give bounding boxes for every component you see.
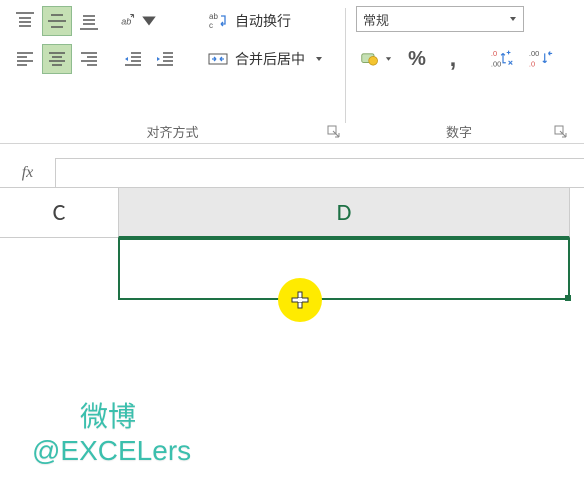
increase-decimal-button[interactable]: .0.00 — [486, 44, 520, 74]
comma-button[interactable]: , — [438, 44, 468, 74]
col-header-d[interactable]: D — [118, 188, 570, 238]
number-group-label: 数字 — [356, 116, 562, 141]
group-number: 常规 % , .0.00 .00.0 数字 — [346, 0, 572, 143]
svg-text:.00: .00 — [491, 59, 501, 68]
align-bottom-button[interactable] — [74, 6, 104, 36]
watermark-line1: 微博 — [32, 400, 191, 434]
wrap-text-button[interactable]: abc 自动换行 — [201, 6, 329, 36]
align-center-button[interactable] — [42, 44, 72, 74]
watermark: 微博 @EXCELers — [32, 400, 191, 467]
decrease-indent-button[interactable] — [118, 44, 148, 74]
increase-indent-button[interactable] — [150, 44, 180, 74]
align-left-button[interactable] — [10, 44, 40, 74]
col-header-c[interactable]: C — [0, 188, 118, 238]
svg-text:c: c — [209, 21, 213, 30]
accounting-format-button[interactable] — [356, 44, 396, 74]
formula-input[interactable] — [56, 158, 584, 187]
align-top-button[interactable] — [10, 6, 40, 36]
plus-cursor-icon — [290, 290, 310, 310]
wrap-text-label: 自动换行 — [235, 11, 291, 31]
align-middle-button[interactable] — [42, 6, 72, 36]
ribbon: ab abc 自动换行 — [0, 0, 584, 144]
cursor-highlight — [278, 278, 322, 322]
decrease-decimal-button[interactable]: .00.0 — [524, 44, 558, 74]
group-alignment: ab abc 自动换行 — [0, 0, 345, 143]
watermark-line2: @EXCELers — [32, 434, 191, 468]
align-right-button[interactable] — [74, 44, 104, 74]
formula-bar: fx — [0, 158, 584, 188]
number-format-dropdown[interactable]: 常规 — [356, 6, 524, 32]
svg-text:ab: ab — [121, 16, 131, 26]
merge-center-button[interactable]: 合并后居中 — [201, 44, 329, 74]
selected-cell[interactable] — [118, 238, 570, 300]
svg-text:.0: .0 — [491, 49, 497, 58]
number-format-value: 常规 — [363, 10, 389, 29]
svg-text:.00: .00 — [529, 49, 539, 58]
fx-button[interactable]: fx — [0, 158, 56, 187]
column-headers: C D — [0, 188, 584, 238]
fill-handle[interactable] — [565, 295, 571, 301]
svg-text:.0: .0 — [529, 59, 535, 68]
orientation-button[interactable]: ab — [118, 6, 158, 36]
align-dialog-launcher[interactable] — [327, 125, 341, 139]
number-dialog-launcher[interactable] — [554, 125, 568, 139]
chevron-down-icon — [509, 15, 517, 23]
svg-text:ab: ab — [209, 12, 218, 21]
merge-center-label: 合并后居中 — [235, 49, 305, 69]
percent-button[interactable]: % — [400, 44, 434, 74]
align-group-label: 对齐方式 — [10, 116, 335, 141]
